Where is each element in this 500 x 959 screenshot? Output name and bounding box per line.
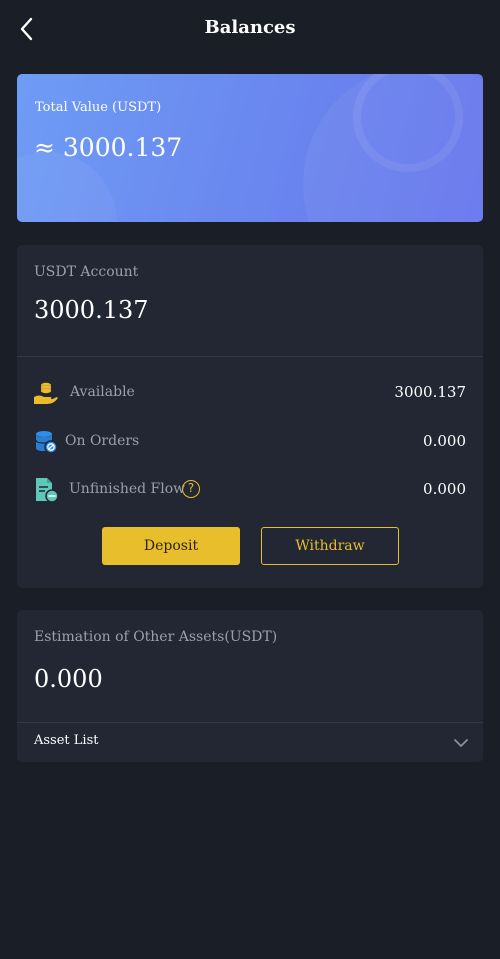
- on-orders-value: 0.000: [423, 432, 466, 450]
- document-minus-icon: [36, 478, 59, 503]
- other-assets-amount: 0.000: [34, 665, 103, 693]
- available-label: Available: [70, 384, 135, 400]
- unfinished-flow-value: 0.000: [423, 480, 466, 498]
- usdt-account-card: USDT Account 3000.137 Available 3000.137…: [17, 245, 483, 588]
- withdraw-button[interactable]: Withdraw: [261, 527, 399, 565]
- total-value-amount: ≈ 3000.137: [34, 133, 183, 162]
- on-orders-label: On Orders: [65, 433, 140, 449]
- usdt-account-amount: 3000.137: [34, 296, 149, 324]
- other-assets-label: Estimation of Other Assets(USDT): [34, 629, 278, 645]
- other-assets-card: Estimation of Other Assets(USDT) 0.000 A…: [17, 610, 483, 762]
- header-bar: Balances: [0, 0, 500, 58]
- available-value: 3000.137: [394, 383, 466, 401]
- database-blocked-icon: [35, 431, 58, 454]
- unfinished-flow-label: Unfinished Flow: [69, 481, 186, 497]
- asset-list-toggle[interactable]: Asset List: [17, 723, 483, 762]
- chevron-down-icon[interactable]: [453, 737, 469, 749]
- deposit-button[interactable]: Deposit: [102, 527, 240, 565]
- available-row: Available 3000.137: [17, 378, 483, 408]
- unfinished-flow-row: Unfinished Flow ? 0.000: [17, 475, 483, 505]
- usdt-account-label: USDT Account: [34, 264, 139, 280]
- card-decoration: [17, 152, 117, 222]
- total-value-card: Total Value (USDT) ≈ 3000.137: [17, 74, 483, 222]
- coins-hand-icon: [34, 382, 58, 404]
- question-circle-icon[interactable]: ?: [182, 480, 200, 498]
- total-value-label: Total Value (USDT): [35, 100, 162, 115]
- asset-list-label: Asset List: [34, 733, 99, 748]
- divider: [17, 356, 483, 357]
- page-title: Balances: [204, 17, 296, 38]
- on-orders-row: On Orders 0.000: [17, 427, 483, 457]
